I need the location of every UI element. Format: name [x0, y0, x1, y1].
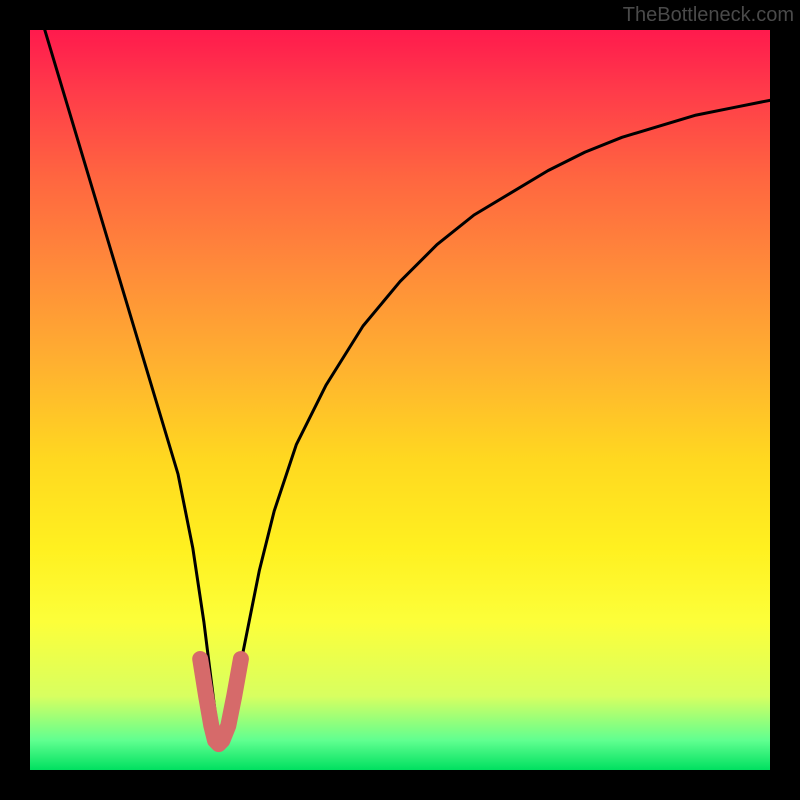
plot-svg — [30, 30, 770, 770]
series-curve-black — [45, 30, 770, 733]
series-minimum-highlight — [200, 659, 241, 744]
chart-area — [30, 30, 770, 770]
attribution-text: TheBottleneck.com — [623, 4, 794, 27]
